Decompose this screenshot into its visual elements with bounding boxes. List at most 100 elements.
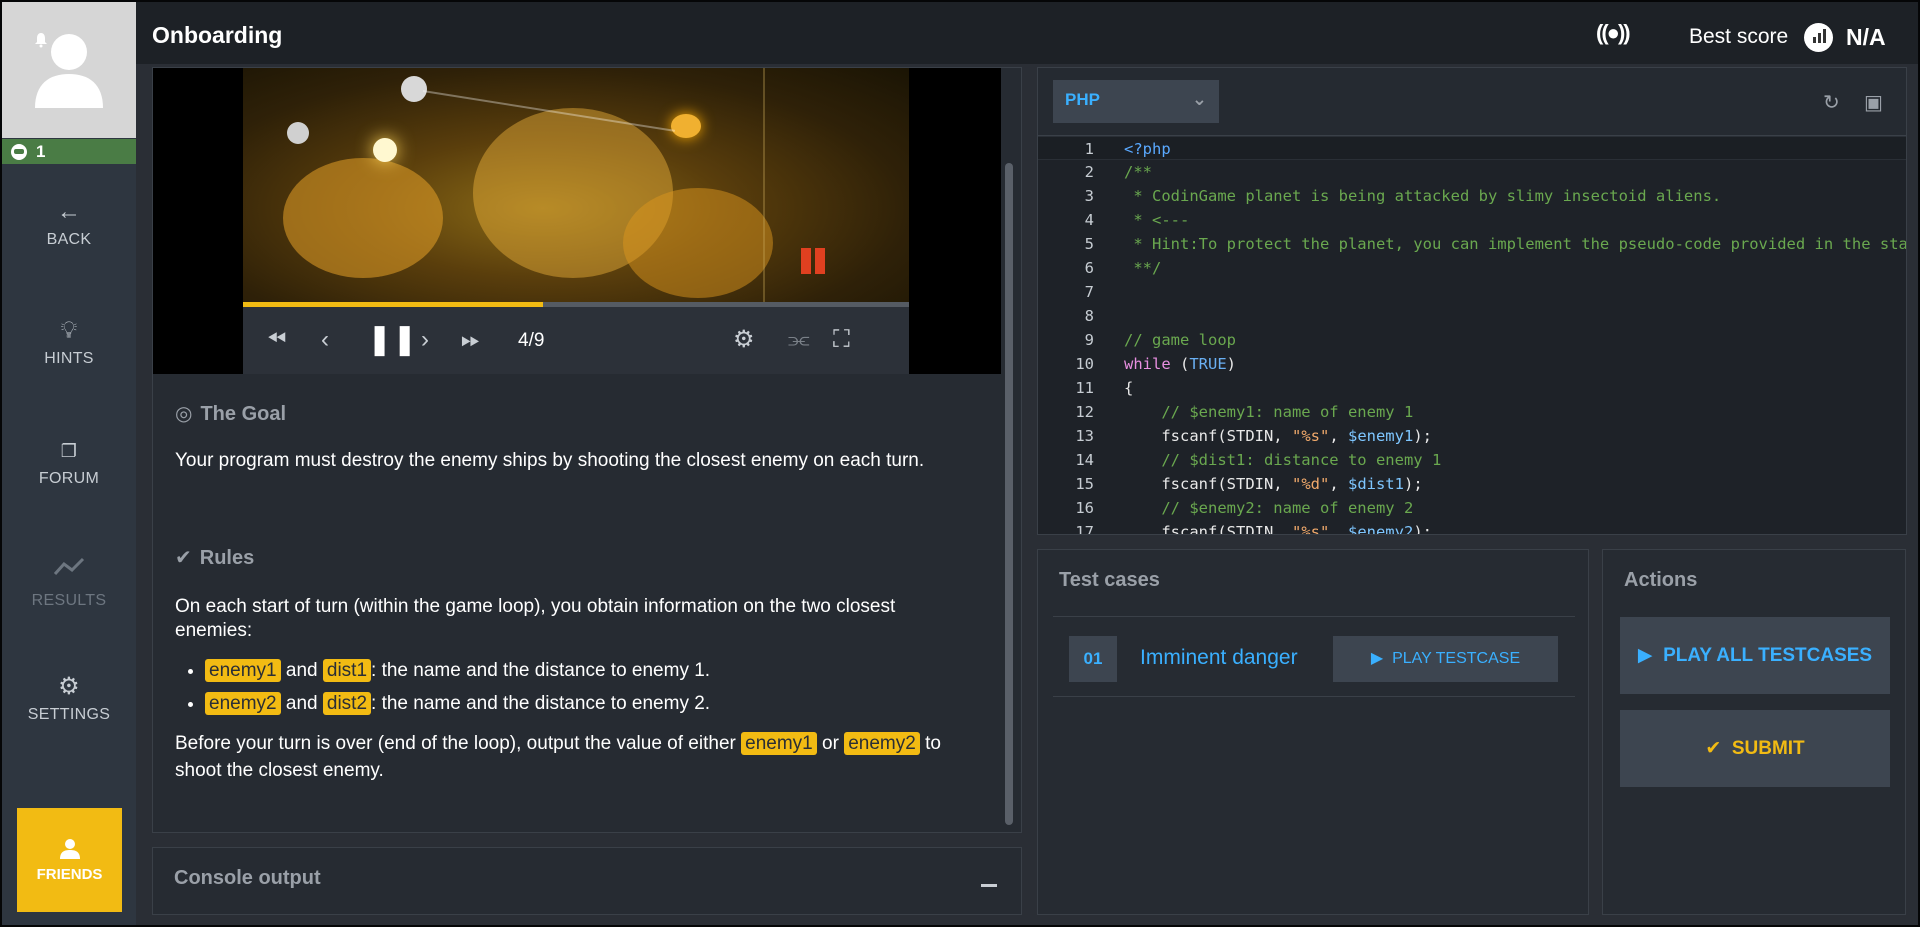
checkmark-icon: ✔ [175, 547, 192, 569]
sidebar-item-settings[interactable]: ⚙ SETTINGS [2, 674, 136, 724]
code-line[interactable]: 15 fscanf(STDIN, "%d", $dist1); [1038, 472, 1906, 496]
language-select[interactable]: PHP ⌄ [1053, 80, 1219, 123]
code-text: { [1124, 379, 1134, 397]
rules-heading: ✔ Rules [175, 547, 255, 569]
code-text: // $enemy2: name of enemy 2 [1161, 499, 1414, 517]
testcase-name[interactable]: Imminent danger [1140, 646, 1298, 670]
back-arrow-icon: ← [56, 198, 82, 225]
code-text: /** [1124, 163, 1152, 181]
friends-button[interactable]: FRIENDS [17, 808, 122, 912]
code-line[interactable]: 1 <?php [1038, 136, 1906, 160]
code-line[interactable]: 4 * <--- [1038, 208, 1906, 232]
sidebar-item-hints[interactable]: 💡︎ HINTS [2, 318, 136, 368]
share-icon[interactable]: ⫘ [788, 323, 810, 357]
play-all-label: PLAY ALL TESTCASES [1663, 645, 1873, 666]
submit-label: SUBMIT [1731, 738, 1805, 759]
code-text: * <--- [1124, 211, 1190, 229]
level-value: 1 [36, 142, 46, 161]
code-text: <?php [1124, 140, 1171, 158]
code-text: fscanf(STDIN, "%s", $enemy1); [1124, 427, 1432, 445]
list-item: enemy1 and dist1: the name and the dista… [205, 654, 975, 687]
rules-list: enemy1 and dist1: the name and the dista… [175, 654, 975, 720]
step-forward-icon[interactable]: › [421, 323, 429, 357]
sidebar-item-label: FORUM [38, 470, 100, 487]
avatar[interactable] [2, 2, 136, 138]
play-testcase-button[interactable]: ▶ PLAY TESTCASE [1333, 636, 1558, 682]
line-number: 12 [1075, 403, 1094, 421]
code-editor-panel: PHP ⌄ ↻ ▣ 1 <?php 2 /** 3 * CodinGame planet… [1037, 67, 1907, 535]
target-icon: ◎ [175, 403, 193, 425]
statement-scrollbar[interactable] [1005, 163, 1013, 825]
line-number: 10 [1075, 355, 1094, 373]
rules-intro: On each start of turn (within the game l… [175, 596, 896, 641]
game-replay-canvas[interactable] [243, 68, 909, 302]
sidebar-item-label: RESULTS [31, 592, 107, 609]
console-title: Console output [174, 867, 321, 889]
code-text: **/ [1124, 259, 1162, 277]
submit-button[interactable]: ✔ SUBMIT [1620, 710, 1890, 787]
code-line[interactable]: 14 // $dist1: distance to enemy 1 [1038, 448, 1906, 472]
list-item: enemy2 and dist2: the name and the dista… [205, 687, 975, 720]
line-number: 8 [1084, 307, 1094, 325]
code-line[interactable]: 7 [1038, 280, 1906, 304]
step-back-icon[interactable]: ‹ [321, 323, 329, 357]
editor-toolbar: PHP ⌄ ↻ ▣ [1038, 68, 1906, 136]
actions-panel: Actions ▶ PLAY ALL TESTCASES ✔ SUBMIT [1602, 549, 1906, 915]
code-line[interactable]: 8 [1038, 304, 1906, 328]
viewer-settings-gear-icon[interactable]: ⚙ [733, 323, 755, 357]
code-line[interactable]: 12 // $enemy1: name of enemy 1 [1038, 400, 1906, 424]
code-text: fscanf(STDIN, "%s", $enemy2); [1124, 523, 1432, 534]
sidebar-item-results: RESULTS [2, 554, 136, 610]
line-number: 16 [1075, 499, 1094, 517]
console-output-panel[interactable]: Console output [152, 847, 1022, 915]
chevron-down-icon: ⌄ [1191, 89, 1207, 109]
code-line[interactable]: 5 * Hint:To protect the planet, you can … [1038, 232, 1906, 256]
reset-code-icon[interactable]: ↻ [1823, 90, 1840, 115]
code-text: fscanf(STDIN, "%d", $dist1); [1124, 475, 1423, 493]
line-number: 7 [1084, 283, 1094, 301]
header: Onboarding ((●)) Best score N/A [136, 2, 1918, 64]
line-number: 17 [1075, 523, 1094, 534]
gear-icon: ⚙ [58, 673, 80, 700]
code-line[interactable]: 3 * CodinGame planet is being attacked b… [1038, 184, 1906, 208]
game-viewer: ⏪︎ ‹ ❚❚ › ⏩︎ 4/9 ⚙ ⫘ ⛶ [153, 68, 1001, 374]
code-line[interactable]: 2 /** [1038, 160, 1906, 184]
testcase-number[interactable]: 01 [1069, 636, 1117, 682]
line-number: 14 [1075, 451, 1094, 469]
language-value: PHP [1065, 90, 1100, 109]
code-text: * Hint:To protect the planet, you can im… [1133, 235, 1906, 253]
best-score-value: N/A [1846, 24, 1886, 50]
fast-forward-end-icon[interactable]: ⏩︎ [461, 323, 480, 357]
live-broadcast-icon[interactable]: ((●)) [1596, 20, 1631, 46]
play-all-testcases-button[interactable]: ▶ PLAY ALL TESTCASES [1620, 617, 1890, 694]
line-number: 2 [1084, 163, 1094, 181]
code-text: while (TRUE) [1124, 355, 1237, 373]
code-line[interactable]: 6 **/ [1038, 256, 1906, 280]
test-cases-title: Test cases [1059, 569, 1160, 591]
sidebar: 1 ← BACK 💡︎ HINTS ❐ FORUM RESULTS ⚙ SETT… [2, 2, 136, 925]
ranking-icon [1804, 23, 1833, 52]
code-line[interactable]: 10 while (TRUE) [1038, 352, 1906, 376]
code-line[interactable]: 13 fscanf(STDIN, "%s", $enemy1); [1038, 424, 1906, 448]
friends-icon [59, 839, 80, 859]
rewind-start-icon[interactable]: ⏪︎ [267, 323, 286, 357]
statement-panel: ⏪︎ ‹ ❚❚ › ⏩︎ 4/9 ⚙ ⫘ ⛶ ◎ The Goal Your pr… [152, 67, 1022, 833]
code-line[interactable]: 16 // $enemy2: name of enemy 2 [1038, 496, 1906, 520]
test-cases-panel: Test cases 01 Imminent danger ▶ PLAY TES… [1037, 549, 1589, 915]
pause-icon[interactable]: ❚❚ [367, 323, 417, 357]
fullscreen-icon[interactable]: ⛶ [833, 323, 850, 357]
expand-editor-icon[interactable]: ▣ [1864, 90, 1883, 115]
sidebar-item-back[interactable]: ← BACK [2, 199, 136, 249]
level-badge: 1 [2, 139, 136, 164]
notification-bell-icon[interactable] [33, 32, 49, 48]
code-area[interactable]: 1 <?php 2 /** 3 * CodinGame planet is being … [1038, 136, 1906, 534]
code-line[interactable]: 17 fscanf(STDIN, "%s", $enemy2); [1038, 520, 1906, 534]
line-number: 5 [1084, 235, 1094, 253]
actions-title: Actions [1624, 569, 1698, 591]
sidebar-item-label: HINTS [44, 350, 94, 367]
line-number: 3 [1084, 187, 1094, 205]
code-line[interactable]: 9 // game loop [1038, 328, 1906, 352]
code-line[interactable]: 11 { [1038, 376, 1906, 400]
minimize-icon[interactable] [981, 884, 997, 887]
sidebar-item-forum[interactable]: ❐ FORUM [2, 438, 136, 488]
